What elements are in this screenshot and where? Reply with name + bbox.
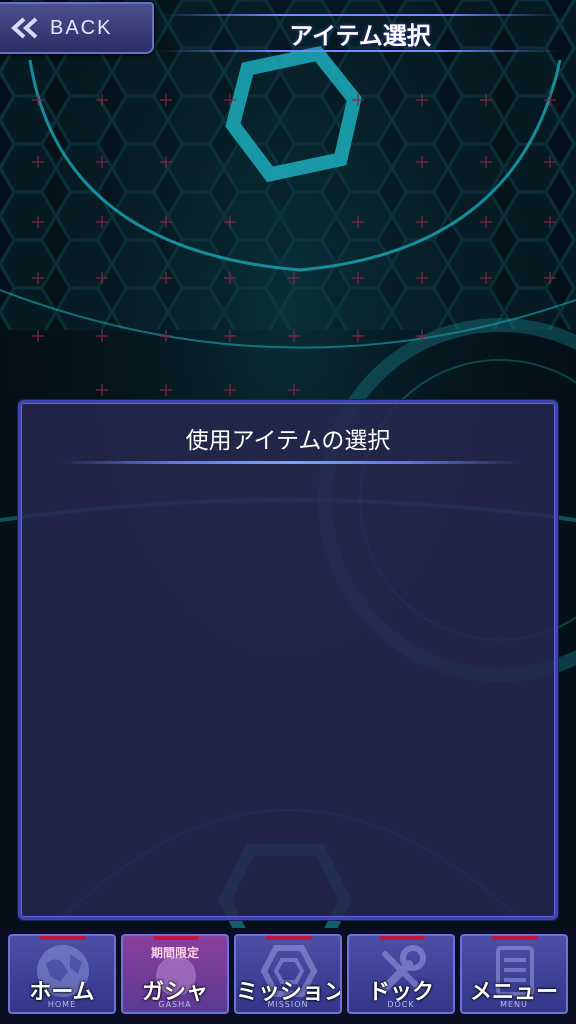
nav-mission-sub: MISSION: [267, 1000, 309, 1009]
nav-dock-sub: DOCK: [387, 1000, 415, 1009]
nav-gasha-button[interactable]: 期間限定 ガシャ GASHA: [121, 934, 229, 1014]
item-selection-panel: 使用アイテムの選択: [18, 400, 558, 920]
panel-title: 使用アイテムの選択: [185, 428, 391, 454]
nav-home-button[interactable]: ホーム HOME: [8, 934, 116, 1014]
top-bar: BACK アイテム選択: [0, 0, 576, 60]
nav-marker: [379, 936, 425, 940]
title-bottom-line: [160, 50, 560, 52]
nav-menu-button[interactable]: メニュー MENU: [460, 934, 568, 1014]
nav-marker: [40, 936, 86, 940]
nav-marker: [266, 936, 312, 940]
bottom-nav: ホーム HOME 期間限定 ガシャ GASHA ミッション MISSION ドッ…: [0, 928, 576, 1024]
nav-gasha-sub: GASHA: [158, 1000, 192, 1009]
title-bar: アイテム選択: [160, 10, 560, 52]
nav-menu-sub: MENU: [500, 1000, 528, 1009]
page-title: アイテム選択: [289, 22, 431, 50]
nav-home-sub: HOME: [47, 1000, 77, 1009]
double-chevron-left-icon: [11, 17, 38, 39]
back-button[interactable]: BACK: [0, 2, 154, 54]
panel-divider: [61, 461, 521, 464]
nav-marker: [153, 936, 199, 940]
nav-marker: [492, 936, 538, 940]
back-label: BACK: [50, 16, 113, 39]
nav-mission-button[interactable]: ミッション MISSION: [234, 934, 342, 1014]
nav-dock-button[interactable]: ドック DOCK: [347, 934, 455, 1014]
